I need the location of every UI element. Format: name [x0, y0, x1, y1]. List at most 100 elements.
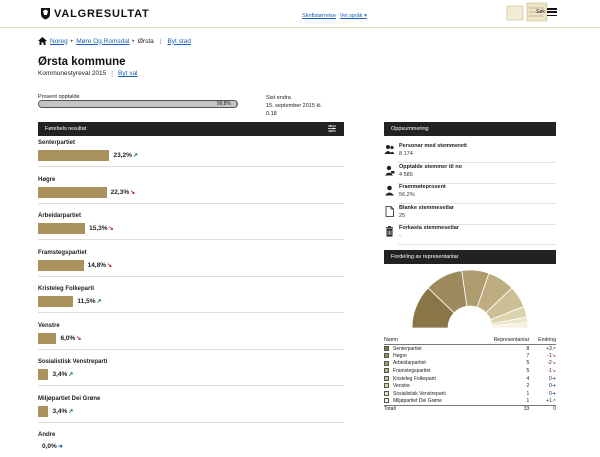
party-color-swatch — [384, 398, 389, 404]
results-header: Førebels resultat — [38, 122, 344, 136]
summary-value: - — [399, 233, 401, 239]
counted-progress-bar: 99,8% — [38, 100, 238, 108]
progress-fill — [39, 101, 237, 107]
row-divider — [38, 202, 344, 204]
seat-row: Framstegspartiet 5 -1↘ — [384, 367, 556, 375]
trend-up-icon: ↗ — [68, 408, 74, 415]
trend-up-icon: ↗ — [68, 372, 74, 378]
seat-party-cell: Senterpartiet — [384, 345, 476, 353]
row-divider — [38, 348, 344, 350]
seat-party-name: Høgre — [393, 352, 407, 359]
seat-row: Miljøpartiet Dei Grøne 1 +1↗ — [384, 398, 556, 406]
seat-party-cell: Venstre — [384, 382, 476, 390]
summary-label: Blanke stemmesetlar — [399, 204, 455, 211]
hamburger-icon — [546, 8, 557, 16]
party-name: Senterpartiet — [38, 140, 76, 146]
seat-count: 1 — [526, 390, 530, 397]
party-result-row: Miljøpartiet Dei Grøne 3,4% ↗ — [38, 396, 344, 423]
party-color-swatch — [384, 360, 389, 366]
party-color-swatch — [384, 353, 389, 359]
breadcrumb-current: Ørsta — [137, 37, 154, 45]
summary-value: 8 174 — [399, 151, 413, 157]
trend-down-icon: ↘ — [551, 360, 556, 367]
party-name: Sosialistisk Venstreparti — [38, 359, 108, 365]
party-result-row: Sosialistisk Venstreparti 3,4% ↗ — [38, 359, 344, 386]
change-election-link[interactable]: Byt val — [118, 70, 138, 77]
menu-label: Søk — [536, 9, 545, 15]
summary-label: Opptalde stemmer til no — [399, 163, 462, 170]
party-name: Miljøpartiet Dei Grøne — [38, 395, 101, 402]
column-header-change: Endring — [529, 336, 556, 345]
font-size-link[interactable]: Skriftstørrelse — [302, 13, 336, 19]
row-divider — [38, 385, 344, 386]
seat-change-cell: 0➜ — [529, 375, 556, 383]
party-bar — [38, 259, 84, 271]
summary-divider — [398, 244, 556, 245]
trend-same-icon: ➜ — [551, 383, 556, 390]
breadcrumb-separator-icon: ▸ — [70, 38, 74, 44]
trend-same-icon: ➜ — [57, 444, 63, 450]
seat-count: 8 — [526, 345, 530, 352]
party-name: Framstegspartiet — [38, 249, 87, 256]
seat-party-name: Framstegspartiet — [393, 368, 431, 375]
summary-label: Frammøteprosent — [399, 184, 446, 190]
seat-row: Senterpartiet 8 +3↗ — [384, 345, 556, 353]
party-color-swatch — [384, 345, 389, 351]
seat-change-cell: 0➜ — [529, 390, 556, 398]
party-percent: 6,0% — [60, 334, 76, 342]
trend-down-icon: ↘ — [107, 262, 113, 269]
election-name: Kommunestyreval 2015 — [38, 70, 107, 77]
change-place-link[interactable]: Byt stad — [167, 38, 190, 45]
trend-down-icon: ↘ — [130, 189, 136, 196]
summary-label: Forkasta stemmesetlar — [399, 225, 459, 231]
trend-down-icon: ↘ — [76, 335, 82, 342]
trend-down-icon: ↘ — [551, 368, 556, 375]
top-bar: VALGRESULTAT Skriftstørrelse Vel språk ▾… — [0, 0, 600, 28]
page-title: Ørsta kommune — [38, 56, 126, 68]
party-name: Høgre — [38, 176, 56, 183]
seat-change-cell: -1↘ — [529, 367, 556, 375]
trend-up-icon: ↗ — [96, 299, 102, 305]
seat-count: 1 — [526, 398, 530, 405]
last-changed-time: 0.18 — [266, 111, 277, 117]
seat-party-cell: Sosialistisk Venstreparti — [384, 390, 476, 398]
seat-count: 5 — [526, 368, 530, 375]
party-percent: 23,2% — [113, 152, 132, 159]
coat-of-arms-icon — [41, 8, 50, 20]
party-color-swatch — [384, 383, 389, 389]
party-bar-row: 3,4% ↗ — [38, 369, 344, 380]
column-header-name: Namn — [384, 336, 477, 345]
party-result-row: Kristeleg Folkeparti 11,5% ↗ — [38, 286, 344, 313]
seat-change-cell: +1↗ — [529, 398, 556, 406]
breadcrumb-noreg[interactable]: Noreg — [50, 38, 68, 45]
person-icon — [384, 185, 395, 196]
seat-party-name: Sosialistisk Venstreparti — [393, 390, 446, 397]
menu-button[interactable]: Søk — [536, 8, 557, 16]
language-select[interactable]: Vel språk ▾ — [340, 13, 367, 19]
summary-item: Blanke stemmesetlar 25 — [384, 204, 556, 225]
party-percent: 22,3% — [110, 188, 130, 196]
trash-icon — [384, 226, 395, 237]
party-bar — [38, 186, 107, 198]
seat-table: Namn Representantar Endring Senterpartie… — [384, 336, 556, 413]
seat-row: Sosialistisk Venstreparti 1 0➜ — [384, 390, 556, 398]
breadcrumb-more-og-romsdal[interactable]: Møre Og Romsdal — [76, 38, 129, 45]
party-result-row: Senterpartiet 23,2% ↗ — [38, 140, 344, 167]
filter-icon[interactable] — [328, 125, 336, 132]
seat-change-cell: +3↗ — [529, 345, 556, 353]
summary-value: 25 — [399, 212, 406, 219]
party-name: Kristeleg Folkeparti — [38, 286, 95, 292]
total-label: Totalt — [384, 404, 477, 413]
summary-item: Personar med stemmerett 8 174 — [384, 143, 556, 163]
trend-up-icon: ↗ — [551, 345, 556, 352]
breadcrumb-separator-icon: ▸ — [132, 38, 135, 44]
row-divider — [38, 421, 344, 423]
seat-row: Venstre 2 0➜ — [384, 382, 556, 390]
logo[interactable]: VALGRESULTAT — [40, 7, 150, 20]
home-icon[interactable] — [38, 37, 47, 45]
brand-name: VALGRESULTAT — [54, 7, 150, 20]
row-divider — [38, 312, 344, 313]
election-info: Kommunestyreval 2015 | Byt val — [38, 70, 138, 77]
seat-count: 4 — [526, 375, 530, 382]
last-changed-value: 15. september 2015 kl. — [266, 103, 322, 109]
